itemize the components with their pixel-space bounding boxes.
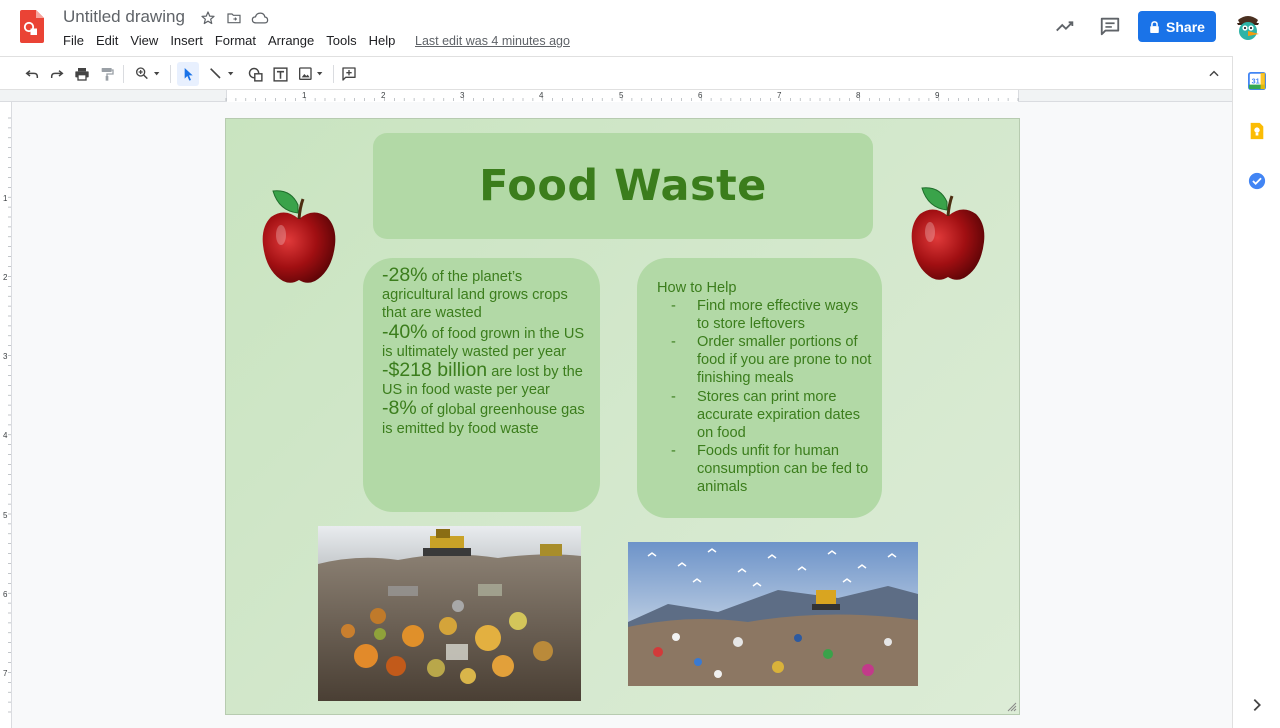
- line-icon[interactable]: [205, 62, 239, 86]
- stat-item: -40% of food grown in the US is ultimate…: [382, 320, 586, 361]
- ruler-label: 7: [3, 669, 8, 678]
- help-heading: How to Help: [657, 280, 737, 296]
- share-button[interactable]: Share: [1138, 11, 1216, 42]
- last-edit-link[interactable]: Last edit was 4 minutes ago: [415, 34, 570, 48]
- bullet-dash: -: [671, 334, 676, 351]
- menu-arrange[interactable]: Arrange: [262, 31, 320, 50]
- calendar-icon[interactable]: 31: [1248, 72, 1266, 90]
- tasks-icon[interactable]: [1248, 172, 1266, 190]
- help-item: - Order smaller portions of food if you a…: [657, 333, 872, 387]
- activity-dashboard-icon[interactable]: [1053, 14, 1077, 38]
- side-panel: 31: [1232, 56, 1280, 728]
- stat-item: -8% of global greenhouse gas is emitted …: [382, 399, 586, 437]
- document-title[interactable]: Untitled drawing: [63, 7, 185, 27]
- ruler-label: 9: [935, 91, 940, 100]
- ruler-label: 1: [302, 91, 307, 100]
- toolbar: [0, 56, 1232, 90]
- how-to-help-shape[interactable]: How to Help - Find more effective ways to…: [637, 258, 882, 518]
- menu-help[interactable]: Help: [363, 31, 402, 50]
- horizontal-ruler: 1 2 3 4 5 6 7 8 9: [0, 90, 1232, 102]
- apple-image-left[interactable]: [259, 185, 339, 285]
- select-icon[interactable]: [177, 62, 199, 86]
- stat-item: -28% of the planet’s agricultural land g…: [382, 264, 586, 323]
- comment-icon[interactable]: [339, 62, 359, 86]
- collapse-icon[interactable]: [1204, 62, 1224, 86]
- ruler-ticks: [225, 98, 1019, 101]
- help-item: - Find more effective ways to store lefto…: [657, 297, 872, 333]
- menu-format[interactable]: Format: [209, 31, 262, 50]
- bullet-dash: -: [671, 298, 676, 315]
- resize-handle-icon[interactable]: [1005, 700, 1017, 712]
- ruler-label: 3: [460, 91, 465, 100]
- menu-bar: File Edit View Insert Format Arrange Too…: [57, 31, 401, 50]
- calendar-day-text: 31: [1252, 76, 1260, 85]
- image-icon[interactable]: [295, 62, 327, 86]
- zoom-icon[interactable]: [132, 62, 164, 86]
- menu-file[interactable]: File: [57, 31, 90, 50]
- ruler-label: 2: [3, 273, 8, 282]
- help-item: - Stores can print more accurate expirati…: [657, 388, 872, 442]
- move-to-folder-icon[interactable]: [224, 8, 244, 28]
- avatar[interactable]: [1232, 10, 1264, 42]
- stat-figure: -28%: [382, 264, 428, 286]
- vertical-ruler: 1 2 3 4 5 6 7: [0, 102, 12, 728]
- stat-item: -$218 billion are lost by the US in food…: [382, 359, 586, 399]
- shape-icon[interactable]: [245, 62, 265, 86]
- ruler-label: 4: [539, 91, 544, 100]
- toolbar-divider: [333, 65, 334, 83]
- stat-figure: -8%: [382, 397, 417, 420]
- expand-panel-icon[interactable]: [1248, 696, 1266, 714]
- help-item-text: Foods unfit for human consumption can be…: [697, 442, 869, 496]
- app-header: Untitled drawing File Edit View Insert F…: [0, 0, 1280, 56]
- ruler-label: 1: [3, 194, 8, 203]
- comment-history-icon[interactable]: [1098, 14, 1122, 38]
- ruler-label: 6: [698, 91, 703, 100]
- statistics-shape[interactable]: -28% of the planet’s agricultural land g…: [363, 258, 600, 512]
- drawing-canvas[interactable]: Food Waste -28% of the planet’s agricult…: [225, 118, 1020, 715]
- apple-image-right[interactable]: [908, 182, 988, 282]
- ruler-label: 8: [856, 91, 861, 100]
- help-item-text: Stores can print more accurate expiratio…: [697, 388, 861, 441]
- redo-icon[interactable]: [47, 62, 67, 86]
- stat-figure: -$218 billion: [382, 359, 488, 382]
- title-shape[interactable]: Food Waste: [373, 133, 873, 239]
- bullet-dash: -: [671, 388, 676, 405]
- print-icon[interactable]: [72, 62, 92, 86]
- ruler-label: 3: [3, 352, 8, 361]
- stat-figure: -40%: [382, 320, 428, 343]
- menu-tools[interactable]: Tools: [320, 31, 362, 50]
- bullet-dash: -: [671, 442, 676, 459]
- toolbar-divider: [123, 65, 124, 83]
- ruler-label: 5: [3, 511, 8, 520]
- text-box-icon[interactable]: [270, 62, 290, 86]
- menu-edit[interactable]: Edit: [90, 31, 124, 50]
- menu-view[interactable]: View: [124, 31, 164, 50]
- keep-icon[interactable]: [1248, 122, 1266, 140]
- help-item-text: Find more effective ways to store leftov…: [697, 298, 859, 333]
- ruler-label: 6: [3, 590, 8, 599]
- cloud-status-icon[interactable]: [250, 8, 270, 28]
- menu-insert[interactable]: Insert: [164, 31, 209, 50]
- drawings-logo-icon[interactable]: [20, 10, 44, 43]
- ruler-label: 5: [619, 91, 624, 100]
- drawing-title: Food Waste: [479, 161, 767, 211]
- ruler-label: 2: [381, 91, 386, 100]
- toolbar-divider: [170, 65, 171, 83]
- lock-icon: [1150, 20, 1159, 33]
- help-item-text: Order smaller portions of food if you ar…: [697, 334, 872, 387]
- paint-format-icon[interactable]: [97, 62, 117, 86]
- share-label: Share: [1166, 18, 1205, 35]
- ruler-label: 4: [3, 431, 8, 440]
- undo-icon[interactable]: [22, 62, 42, 86]
- ruler-label: 7: [777, 91, 782, 100]
- landfill-photo-rotting-fruit[interactable]: [318, 526, 581, 701]
- landfill-photo-seagulls[interactable]: [628, 542, 918, 686]
- star-icon[interactable]: [198, 8, 218, 28]
- help-item: - Foods unfit for human consumption can b…: [657, 442, 872, 496]
